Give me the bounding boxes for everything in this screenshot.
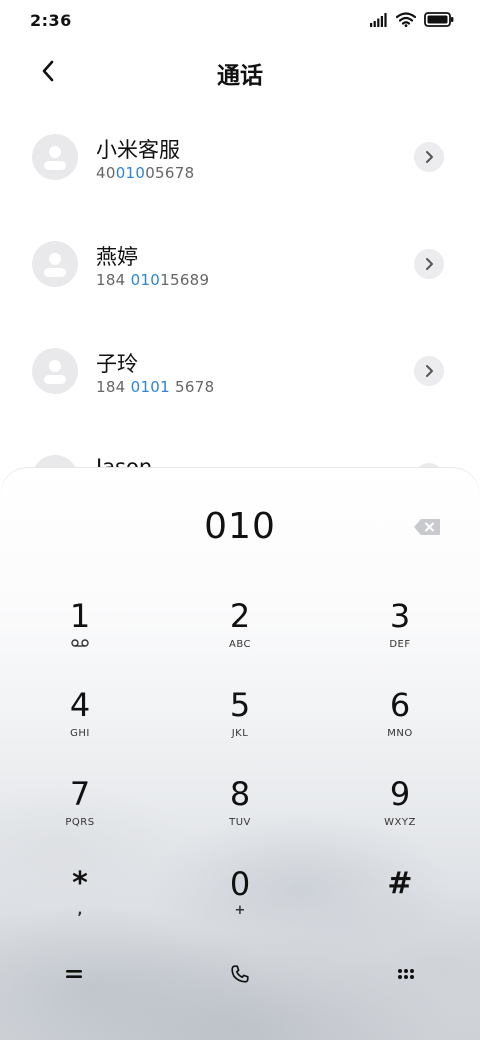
key-8[interactable]: 8 TUV bbox=[180, 776, 300, 856]
backspace-icon bbox=[414, 519, 440, 535]
avatar bbox=[32, 348, 78, 394]
chevron-right-icon bbox=[426, 365, 433, 377]
key-7[interactable]: 7 PQRS bbox=[20, 776, 140, 856]
key-1[interactable]: 1 bbox=[20, 598, 140, 678]
key-star[interactable]: * , bbox=[20, 866, 140, 946]
header: 通话 bbox=[0, 40, 480, 102]
chevron-right-icon bbox=[426, 151, 433, 163]
key-6[interactable]: 6 MNO bbox=[340, 687, 460, 767]
person-icon bbox=[44, 253, 66, 277]
contact-number: 184 0101 5678 bbox=[96, 378, 215, 396]
contact-detail-button[interactable] bbox=[414, 249, 444, 279]
contact-name: 燕婷 bbox=[96, 245, 138, 269]
contact-detail-button[interactable] bbox=[414, 356, 444, 386]
key-5[interactable]: 5 JKL bbox=[180, 687, 300, 767]
key-0[interactable]: 0 + bbox=[180, 866, 300, 946]
number-match: 010 bbox=[130, 271, 161, 289]
phone-icon bbox=[231, 965, 249, 983]
voicemail-icon bbox=[71, 639, 89, 647]
key-hash[interactable]: # bbox=[340, 866, 460, 946]
dialed-number: 010 bbox=[204, 506, 276, 547]
status-bar: 2:36 bbox=[0, 0, 480, 40]
contact-number: 4001005678 bbox=[96, 164, 195, 182]
number-match: 010 bbox=[115, 164, 146, 182]
signal-icon bbox=[370, 12, 388, 31]
contact-item[interactable]: 燕婷 184 01015689 bbox=[0, 211, 480, 318]
page-title: 通话 bbox=[217, 63, 263, 89]
key-4[interactable]: 4 GHI bbox=[20, 687, 140, 767]
call-button[interactable] bbox=[210, 952, 270, 996]
menu-icon bbox=[66, 970, 82, 978]
phone-screen: 2:36 通话 小米客服 4001005678 燕婷 184 01015689 … bbox=[0, 0, 480, 1040]
contact-number: 184 01015689 bbox=[96, 271, 210, 289]
battery-icon bbox=[424, 11, 454, 31]
contact-name: 子玲 bbox=[96, 352, 138, 376]
key-2[interactable]: 2 ABC bbox=[180, 598, 300, 678]
backspace-button[interactable] bbox=[412, 516, 442, 538]
contact-name: 小米客服 bbox=[96, 138, 180, 162]
number-match: 0101 bbox=[130, 378, 170, 396]
chevron-right-icon bbox=[426, 258, 433, 270]
contact-detail-button[interactable] bbox=[414, 142, 444, 172]
menu-button[interactable] bbox=[44, 952, 104, 996]
contact-item[interactable]: 小米客服 4001005678 bbox=[0, 104, 480, 211]
key-3[interactable]: 3 DEF bbox=[340, 598, 460, 678]
status-icons bbox=[370, 11, 454, 31]
contact-item[interactable]: 子玲 184 0101 5678 bbox=[0, 318, 480, 425]
person-icon bbox=[44, 360, 66, 384]
key-9[interactable]: 9 WXYZ bbox=[340, 776, 460, 856]
status-time: 2:36 bbox=[30, 11, 72, 30]
dialpad-panel: 010 1 2 ABC 3 DEF 4 GHI 5 JKL 6 MNO 7 PQ… bbox=[0, 468, 480, 1040]
avatar bbox=[32, 134, 78, 180]
person-icon bbox=[44, 146, 66, 170]
wifi-icon bbox=[395, 11, 417, 31]
dialpad-grid-icon bbox=[398, 969, 414, 979]
dialpad-toggle-button[interactable] bbox=[376, 952, 436, 996]
avatar bbox=[32, 241, 78, 287]
